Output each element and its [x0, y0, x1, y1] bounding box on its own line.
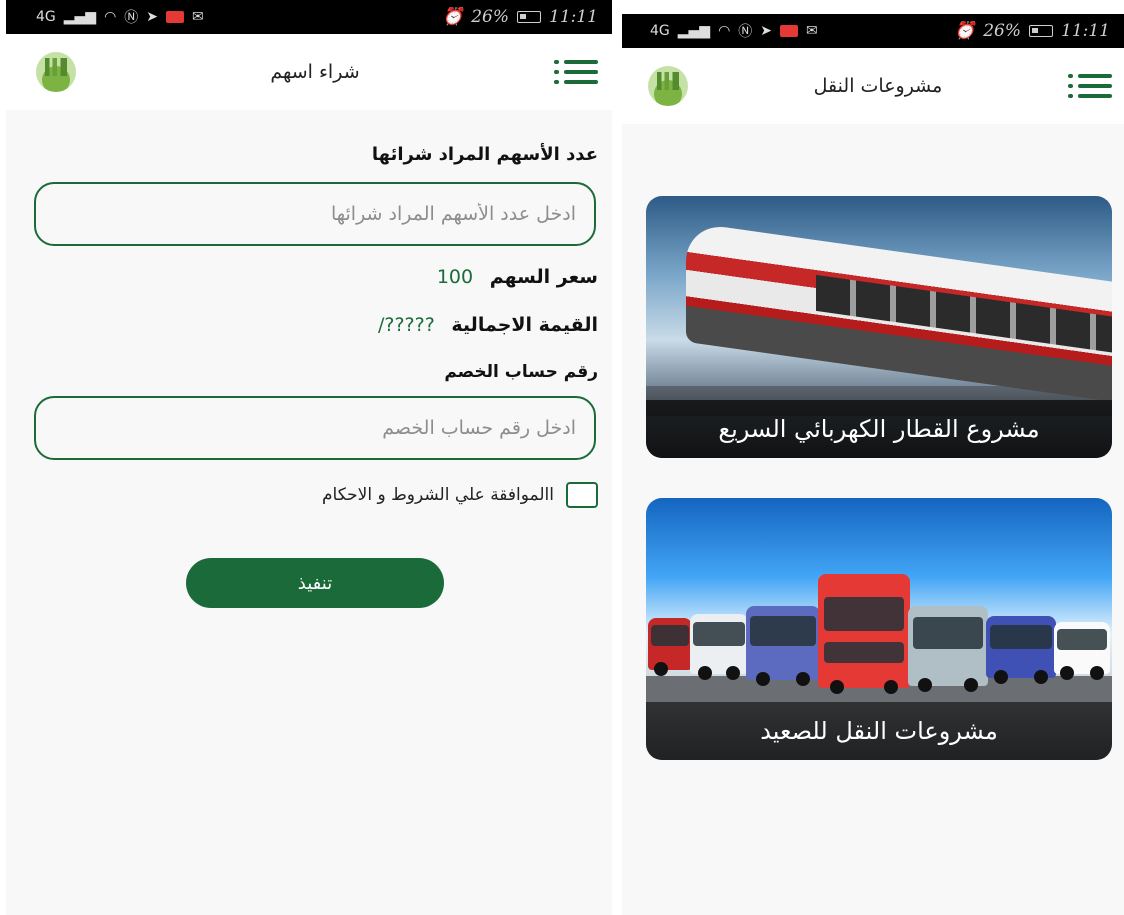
share-price-row: سعر السهم 100	[437, 266, 598, 288]
project-card-electric-train[interactable]: مشروع القطار الكهربائي السريع	[646, 196, 1112, 458]
notification-icon	[780, 25, 799, 37]
status-icons-left: 4G ▂▄▆ ◠ Ⓝ ➤ ✉	[36, 7, 204, 27]
notification-icon	[166, 11, 185, 23]
project-card-label: مشروع القطار الكهربائي السريع	[646, 400, 1112, 458]
battery-percent: 26%	[983, 21, 1021, 41]
network-indicator: 4G	[36, 9, 56, 25]
share-price-label: سعر السهم	[489, 266, 598, 288]
terms-checkbox[interactable]	[566, 482, 598, 508]
mail-icon: ✉	[806, 23, 818, 39]
total-value-amount: ?????/	[377, 314, 435, 336]
clock: 11:11	[1061, 21, 1110, 41]
shares-count-field[interactable]	[34, 182, 596, 246]
project-card-label: مشروعات النقل للصعيد	[646, 702, 1112, 760]
submit-button[interactable]: تنفيذ	[186, 558, 444, 608]
transport-projects-screen: 4G ▂▄▆ ◠ Ⓝ ➤ ✉ ⏰ 26% 11:11 مشروعات النقل	[622, 14, 1124, 915]
telegram-icon: ➤	[760, 23, 773, 39]
app-logo-icon[interactable]	[648, 66, 688, 106]
total-value-row: القيمة الاجمالية ?????/	[378, 314, 598, 336]
terms-row: االموافقة علي الشروط و الاحكام	[322, 482, 598, 508]
mail-icon: ✉	[192, 9, 204, 25]
project-card-upper-egypt-transport[interactable]: مشروعات النقل للصعيد	[646, 498, 1112, 760]
nfc-icon: Ⓝ	[124, 10, 139, 26]
battery-icon	[517, 11, 541, 23]
app-logo-icon[interactable]	[36, 52, 76, 92]
status-bar: 4G ▂▄▆ ◠ Ⓝ ➤ ✉ ⏰ 26% 11:11	[622, 14, 1124, 48]
wifi-icon: ◠	[718, 23, 731, 39]
signal-icon: ▂▄▆	[677, 23, 711, 39]
terms-label: االموافقة علي الشروط و الاحكام	[322, 485, 554, 505]
wifi-icon: ◠	[104, 9, 117, 25]
debit-account-label: رقم حساب الخصم	[444, 362, 598, 382]
app-bar: شراء اسهم	[6, 34, 612, 110]
debit-account-input[interactable]	[54, 417, 576, 439]
share-price-value: 100	[436, 266, 474, 288]
status-icons-left: 4G ▂▄▆ ◠ Ⓝ ➤ ✉	[650, 21, 818, 41]
shares-count-input[interactable]	[54, 203, 576, 225]
status-icons-right: ⏰ 26% 11:11	[442, 7, 598, 27]
signal-icon: ▂▄▆	[63, 9, 97, 25]
app-bar: مشروعات النقل	[622, 48, 1124, 124]
network-indicator: 4G	[650, 23, 670, 39]
alarm-icon: ⏰	[954, 21, 976, 41]
shares-count-label: عدد الأسهم المراد شرائها	[371, 144, 598, 165]
page-title: شراء اسهم	[270, 61, 360, 83]
status-icons-right: ⏰ 26% 11:11	[954, 21, 1110, 41]
debit-account-field[interactable]	[34, 396, 596, 460]
clock: 11:11	[549, 7, 598, 27]
buy-shares-screen: 4G ▂▄▆ ◠ Ⓝ ➤ ✉ ⏰ 26% 11:11 شراء اسهم عدد…	[6, 0, 612, 915]
menu-icon[interactable]	[553, 56, 598, 88]
nfc-icon: Ⓝ	[738, 24, 753, 40]
menu-icon[interactable]	[1067, 70, 1112, 102]
total-value-label: القيمة الاجمالية	[451, 314, 598, 336]
status-bar: 4G ▂▄▆ ◠ Ⓝ ➤ ✉ ⏰ 26% 11:11	[6, 0, 612, 34]
alarm-icon: ⏰	[442, 7, 464, 27]
battery-percent: 26%	[471, 7, 509, 27]
page-title: مشروعات النقل	[813, 75, 943, 97]
battery-icon	[1029, 25, 1053, 37]
telegram-icon: ➤	[146, 9, 159, 25]
